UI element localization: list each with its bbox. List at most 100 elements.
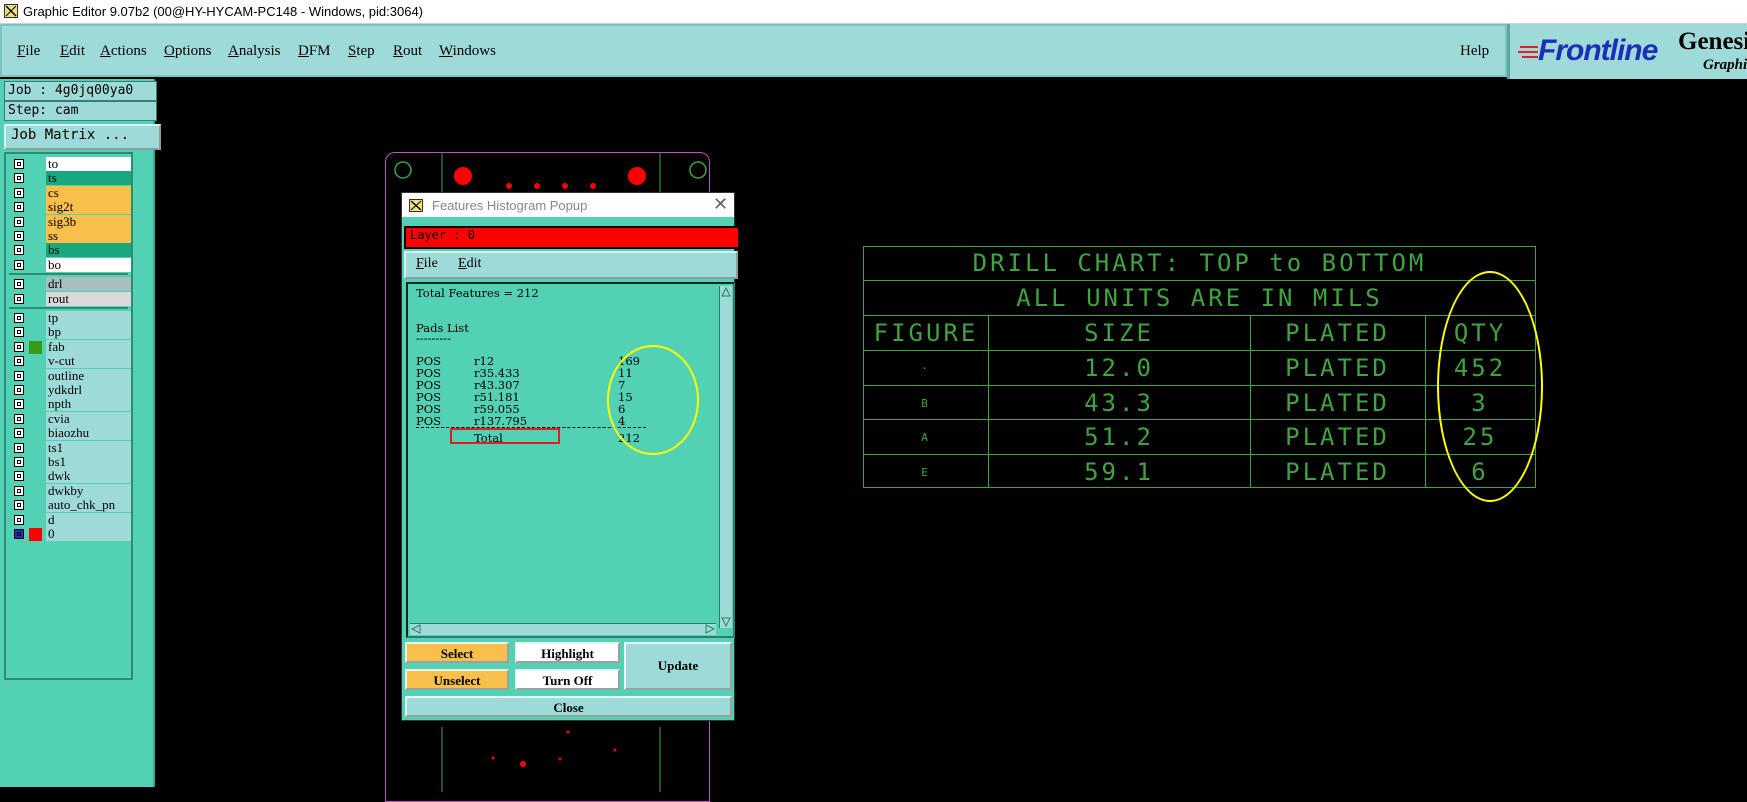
menu-dfm[interactable]: DFM [298,43,331,60]
layer-name[interactable]: bo [46,257,131,272]
layer-color-swatch[interactable] [29,259,42,272]
layer-checkbox[interactable] [14,428,24,439]
layer-color-swatch[interactable] [29,427,42,440]
unselect-button[interactable]: Unselect [405,669,509,690]
layer-color-swatch[interactable] [29,326,42,339]
close-button[interactable]: Close [405,696,732,717]
update-button[interactable]: Update [624,642,732,690]
layer-checkbox[interactable] [14,413,24,424]
select-button[interactable]: Select [405,642,509,663]
layer-row[interactable]: dwkby [9,483,131,498]
menu-rout[interactable]: Rout [393,43,422,60]
layer-row[interactable]: tp [9,311,131,325]
layer-color-swatch[interactable] [29,485,42,498]
layer-name[interactable]: ss [46,229,131,243]
layer-checkbox[interactable] [14,385,24,395]
layer-color-swatch[interactable] [29,499,42,512]
layer-row[interactable]: npth [9,397,131,412]
layer-row[interactable]: cs [9,185,131,200]
layer-checkbox[interactable] [14,471,24,482]
layer-row[interactable]: sig3b [9,214,131,229]
layer-color-swatch[interactable] [29,230,42,243]
layer-name[interactable]: 0 [46,527,131,541]
layer-row[interactable]: fab [9,339,131,354]
layer-color-swatch[interactable] [29,355,42,368]
layer-color-swatch[interactable] [29,398,42,411]
layer-row[interactable]: bp [9,325,131,340]
layer-checkbox[interactable] [14,500,24,511]
layer-color-swatch[interactable] [29,158,42,171]
layer-name[interactable]: sig3b [46,214,131,229]
layer-name[interactable]: ydkdrl [46,383,131,397]
layer-checkbox[interactable] [14,313,24,323]
layer-row[interactable]: bo [9,257,131,272]
layer-color-swatch[interactable] [29,528,42,541]
layer-color-swatch[interactable] [29,312,42,325]
layer-checkbox[interactable] [14,279,24,290]
menu-edit[interactable]: Edit [60,43,85,60]
layer-name[interactable]: fab [46,339,131,354]
layer-checkbox[interactable] [14,259,24,270]
layer-color-swatch[interactable] [29,442,42,455]
layer-name[interactable]: v-cut [46,354,131,369]
menu-analysis[interactable]: Analysis [228,43,281,60]
scroll-down-icon[interactable] [721,617,731,627]
layer-row[interactable]: cvia [9,411,131,426]
layer-checkbox[interactable] [14,245,24,256]
layer-name[interactable]: sig2t [46,200,131,215]
menu-file[interactable]: File [17,43,40,60]
layer-checkbox[interactable] [14,202,24,213]
layer-name[interactable]: npth [46,397,131,412]
scroll-left-icon[interactable] [411,624,421,634]
layer-name[interactable]: dwk [46,469,131,484]
layer-checkbox[interactable] [14,293,24,304]
layer-row[interactable]: to [9,157,131,171]
layer-row[interactable]: bs1 [9,455,131,469]
menu-help[interactable]: Help [1460,43,1489,60]
layer-name[interactable]: bp [46,325,131,340]
layer-color-swatch[interactable] [29,172,42,185]
menu-actions[interactable]: Actions [100,43,147,60]
layer-checkbox[interactable] [14,370,24,381]
layer-checkbox[interactable] [14,187,24,198]
layer-name[interactable]: tp [46,311,131,325]
layer-checkbox[interactable] [14,514,24,525]
layer-name[interactable]: bs1 [46,455,131,469]
layer-checkbox[interactable] [14,173,24,184]
layer-row[interactable]: ss [9,229,131,243]
layer-name[interactable]: to [46,157,131,171]
layer-checkbox[interactable] [14,529,24,539]
layer-row[interactable]: drl [9,277,131,292]
horizontal-scrollbar[interactable] [410,623,716,635]
layer-checkbox[interactable] [14,341,24,352]
layer-color-swatch[interactable] [29,514,42,527]
layer-row[interactable]: sig2t [9,200,131,215]
layer-name[interactable]: ts [46,171,131,186]
layer-checkbox[interactable] [14,327,24,338]
layer-name[interactable]: rout [46,291,131,306]
popup-menu-edit[interactable]: Edit [458,256,481,272]
layer-checkbox[interactable] [14,399,24,410]
layer-checkbox[interactable] [14,485,24,496]
layer-name[interactable]: biaozhu [46,426,131,441]
layer-color-swatch[interactable] [29,456,42,469]
layer-row[interactable]: outline [9,368,131,383]
highlight-button[interactable]: Highlight [515,642,620,663]
scroll-right-icon[interactable] [705,624,715,634]
layer-row[interactable]: dwk [9,469,131,484]
turn-off-button[interactable]: Turn Off [515,669,620,690]
layer-name[interactable]: ts1 [46,440,131,455]
vertical-scrollbar[interactable] [719,286,732,628]
layer-row[interactable]: auto_chk_pn [9,498,131,513]
layer-row[interactable]: 0 [9,527,131,541]
layer-color-swatch[interactable] [29,470,42,483]
layer-color-swatch[interactable] [29,370,42,383]
layer-color-swatch[interactable] [29,278,42,291]
menu-windows[interactable]: Windows [439,43,496,60]
layer-color-swatch[interactable] [29,413,42,426]
close-icon[interactable]: ✕ [713,194,728,215]
layer-row[interactable]: d [9,512,131,527]
layer-name[interactable]: bs [46,243,131,258]
layer-name[interactable]: cs [46,185,131,200]
menu-step[interactable]: Step [348,43,375,60]
